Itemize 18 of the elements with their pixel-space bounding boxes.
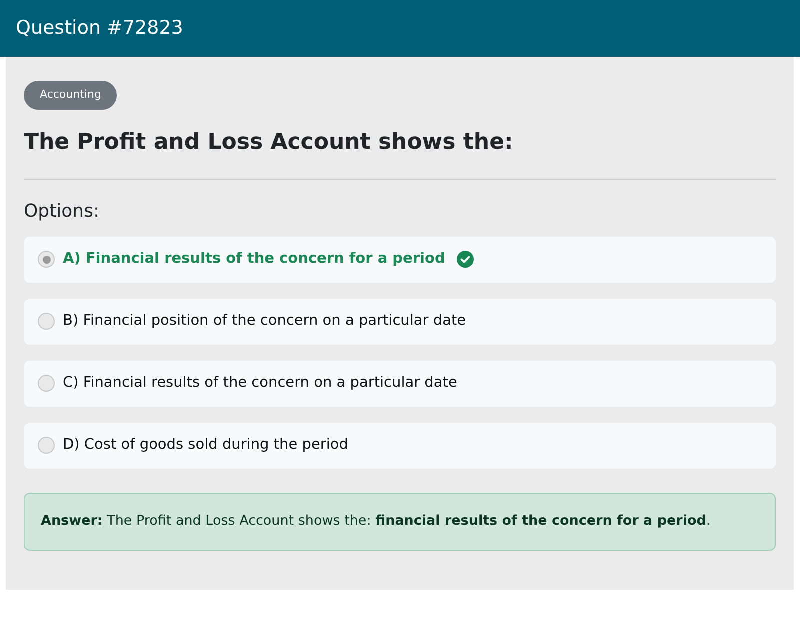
option-row[interactable]: C) Financial results of the concern on a particular date	[24, 360, 776, 406]
radio-button[interactable]	[38, 437, 55, 454]
radio-button[interactable]	[38, 313, 55, 330]
option-text: D) Cost of goods sold during the period	[63, 436, 348, 455]
check-circle-icon	[457, 251, 474, 268]
option-text: B) Financial position of the concern on a particular date	[63, 312, 466, 331]
answer-text: Answer: The Profit and Loss Account shows the: financial results of the concern for a period.	[41, 512, 711, 532]
category-tag: Accounting	[24, 81, 118, 110]
radio-button[interactable]	[38, 251, 55, 268]
option-row[interactable]: A) Financial results of the concern for a period	[24, 236, 776, 282]
question-text: The Profit and Loss Account shows the:	[24, 128, 514, 156]
options-heading: Options:	[24, 200, 101, 224]
option-row[interactable]: B) Financial position of the concern on a particular date	[24, 298, 776, 344]
page-title: Question #72823	[16, 16, 184, 42]
option-row[interactable]: D) Cost of goods sold during the period	[24, 422, 776, 468]
radio-button[interactable]	[38, 375, 55, 392]
option-text: C) Financial results of the concern on a particular date	[63, 374, 458, 393]
option-text: A) Financial results of the concern for a period	[63, 250, 446, 269]
